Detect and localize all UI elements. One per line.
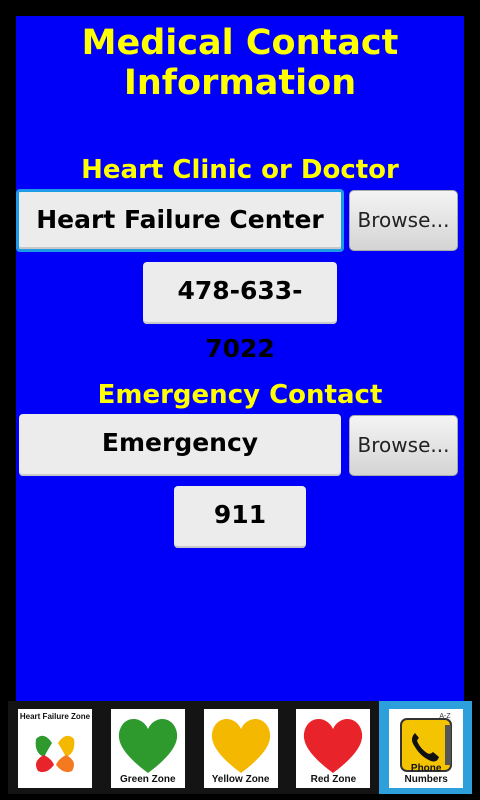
badge-text: A-Z (440, 713, 452, 720)
emergency-browse-button[interactable]: Browse... (349, 415, 458, 476)
red-heart-icon: Red Zone (296, 709, 371, 788)
phone-book-icon: A-Z Phone Numbers (389, 709, 464, 788)
tab-green-zone[interactable]: Green Zone (101, 701, 194, 794)
clinic-browse-button[interactable]: Browse... (349, 190, 458, 251)
yellow-heart-icon: Yellow Zone (203, 709, 278, 788)
clinic-name-field[interactable]: Heart Failure Center (16, 189, 344, 252)
tab-red-zone[interactable]: Red Zone (286, 701, 379, 794)
tab-label: Phone Numbers (404, 763, 448, 785)
emergency-heading: Emergency Contact (97, 380, 383, 410)
tab-heart-failure-zone[interactable]: Heart Failure Zone (8, 701, 101, 794)
page-title-line1: Medical Contact (81, 23, 399, 63)
tab-label: Green Zone (120, 774, 176, 785)
tab-yellow-zone[interactable]: Yellow Zone (194, 701, 287, 794)
bottom-tab-bar: Heart Failure Zone Green Zone Yellow Zon… (8, 701, 472, 794)
clinic-phone-field[interactable]: 478-633-7022 (143, 262, 337, 363)
tab-phone-numbers[interactable]: A-Z Phone Numbers (379, 701, 472, 794)
tab-label: Yellow Zone (211, 774, 270, 785)
multicolor-hearts-icon: Heart Failure Zone (18, 709, 92, 788)
page-title-line2: Information (123, 63, 357, 103)
clinic-heading: Heart Clinic or Doctor (81, 155, 399, 185)
tab-label: Red Zone (310, 774, 357, 785)
green-heart-icon: Green Zone (110, 709, 185, 788)
emergency-phone-field[interactable]: 911 (174, 486, 306, 548)
emergency-name-field[interactable]: Emergency (19, 414, 341, 476)
